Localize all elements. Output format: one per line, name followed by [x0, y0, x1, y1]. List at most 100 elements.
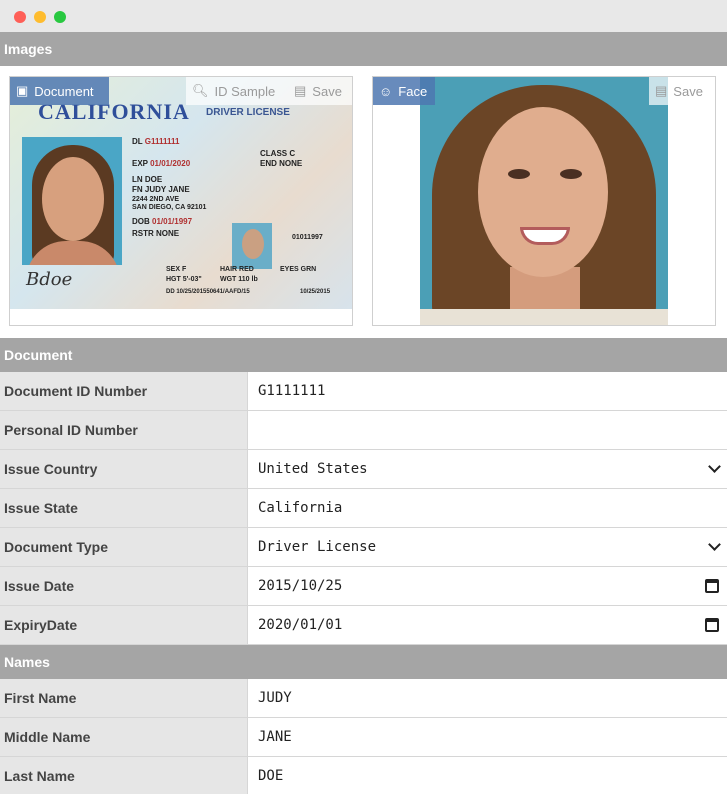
field-value: 2020/01/01	[258, 617, 343, 633]
end-label: END	[260, 159, 277, 168]
field-value: Driver License	[258, 539, 377, 555]
dd-line: DD 10/25/201550641/AAFD/15	[166, 289, 250, 295]
field-label: Document Type	[0, 528, 248, 566]
field-value: 2015/10/25	[258, 578, 343, 594]
document-id-number-input[interactable]: G1111111	[248, 372, 727, 410]
field-label: Middle Name	[0, 718, 248, 756]
first-name-input[interactable]: JUDY	[248, 679, 727, 717]
images-section-title: Images	[4, 41, 53, 57]
field-label: Issue Country	[0, 450, 248, 488]
exp-value: 01/01/2020	[150, 159, 191, 168]
personal-id-number-row: Personal ID Number	[0, 411, 727, 450]
last-name-row: Last Name DOE	[0, 757, 727, 794]
save-icon: ▤	[655, 83, 668, 98]
id-card-image: CALIFORNIA DRIVER LICENSE DL G1111111 EX…	[10, 77, 352, 309]
fn-value: JUDY JANE	[144, 185, 190, 194]
field-label: Personal ID Number	[0, 411, 248, 449]
search-icon: 🔍︎	[192, 83, 209, 98]
middle-name-row: Middle Name JANE	[0, 718, 727, 757]
document-image-panel: CALIFORNIA DRIVER LICENSE DL G1111111 EX…	[9, 76, 353, 326]
class-label: CLASS	[260, 149, 288, 158]
issue-state-row: Issue State California	[0, 489, 727, 528]
face-save-label: Save	[673, 83, 703, 99]
field-label: Issue State	[0, 489, 248, 527]
wgt-line: WGT 110 lb	[220, 276, 258, 283]
images-area: CALIFORNIA DRIVER LICENSE DL G1111111 EX…	[0, 66, 727, 338]
dl-label: DL	[132, 137, 143, 146]
id-card-icon: ▣	[16, 83, 29, 98]
document-section-title: Document	[4, 347, 73, 363]
user-icon: ☺	[379, 83, 393, 99]
expiry-date-row: ExpiryDate 2020/01/01	[0, 606, 727, 645]
names-section-header: Names	[0, 645, 727, 679]
id-sample-label: ID Sample	[214, 83, 276, 99]
calendar-icon[interactable]	[705, 579, 719, 593]
face-save-button[interactable]: ▤ Save	[649, 77, 715, 105]
sex-line: SEX F	[166, 266, 187, 273]
document-tab[interactable]: ▣ Document	[10, 77, 109, 105]
ln-label: LN	[132, 175, 143, 184]
dob-label: DOB	[132, 217, 150, 226]
document-type-row: Document Type Driver License	[0, 528, 727, 567]
document-save-label: Save	[312, 83, 342, 99]
field-value: G1111111	[258, 383, 326, 399]
personal-id-number-input[interactable]	[248, 411, 727, 449]
document-tab-label: Document	[34, 83, 94, 99]
id-sample-button[interactable]: 🔍︎ ID Sample	[186, 77, 288, 105]
fn-label: FN	[132, 185, 143, 194]
close-window-button[interactable]	[14, 11, 26, 23]
document-save-button[interactable]: ▤ Save	[288, 77, 352, 105]
face-image-panel: ☺ Face ▤ Save	[372, 76, 716, 326]
ln-value: DOE	[144, 175, 163, 184]
id-card-number: 01011997	[292, 234, 323, 241]
last-name-input[interactable]: DOE	[248, 757, 727, 794]
iss-date: 10/25/2015	[300, 289, 331, 295]
face-photo	[420, 77, 668, 309]
field-value: JUDY	[258, 690, 292, 706]
images-section-header: Images	[0, 32, 727, 66]
middle-name-input[interactable]: JANE	[248, 718, 727, 756]
face-tab-label: Face	[398, 83, 428, 99]
eyes-line: EYES GRN	[280, 266, 317, 273]
field-value: DOE	[258, 768, 284, 784]
field-value: United States	[258, 461, 368, 477]
names-section-title: Names	[4, 654, 50, 670]
face-tab[interactable]: ☺ Face	[373, 77, 435, 105]
minimize-window-button[interactable]	[34, 11, 46, 23]
exp-label: EXP	[132, 159, 148, 168]
face-photo-strip	[420, 309, 668, 325]
field-value: California	[258, 500, 343, 516]
signature: Bdoe	[26, 269, 73, 290]
dl-value: G1111111	[144, 137, 180, 146]
first-name-row: First Name JUDY	[0, 679, 727, 718]
id-card-portrait	[22, 137, 122, 265]
save-icon: ▤	[294, 83, 307, 98]
field-label: ExpiryDate	[0, 606, 248, 644]
expiry-date-input[interactable]: 2020/01/01	[248, 606, 727, 644]
field-label: Issue Date	[0, 567, 248, 605]
chevron-down-icon	[708, 460, 721, 473]
field-label: First Name	[0, 679, 248, 717]
calendar-icon[interactable]	[705, 618, 719, 632]
address-line-2: SAN DIEGO, CA 92101	[132, 204, 207, 211]
document-section-header: Document	[0, 338, 727, 372]
issue-state-input[interactable]: California	[248, 489, 727, 527]
hgt-line: HGT 5'-03"	[166, 276, 202, 283]
chevron-down-icon	[708, 538, 721, 551]
field-label: Last Name	[0, 757, 248, 794]
document-id-number-row: Document ID Number G1111111	[0, 372, 727, 411]
rstr-label: RSTR	[132, 229, 154, 238]
field-value: JANE	[258, 729, 292, 745]
issue-country-row: Issue Country United States	[0, 450, 727, 489]
document-type-select[interactable]: Driver License	[248, 528, 727, 566]
maximize-window-button[interactable]	[54, 11, 66, 23]
hair-line: HAIR RED	[220, 266, 254, 273]
field-label: Document ID Number	[0, 372, 248, 410]
rstr-value: NONE	[156, 229, 180, 238]
issue-country-select[interactable]: United States	[248, 450, 727, 488]
window-titlebar	[0, 0, 727, 32]
issue-date-input[interactable]: 2015/10/25	[248, 567, 727, 605]
id-card-ghost-portrait	[232, 223, 272, 269]
id-card-type: DRIVER LICENSE	[206, 107, 290, 118]
issue-date-row: Issue Date 2015/10/25	[0, 567, 727, 606]
